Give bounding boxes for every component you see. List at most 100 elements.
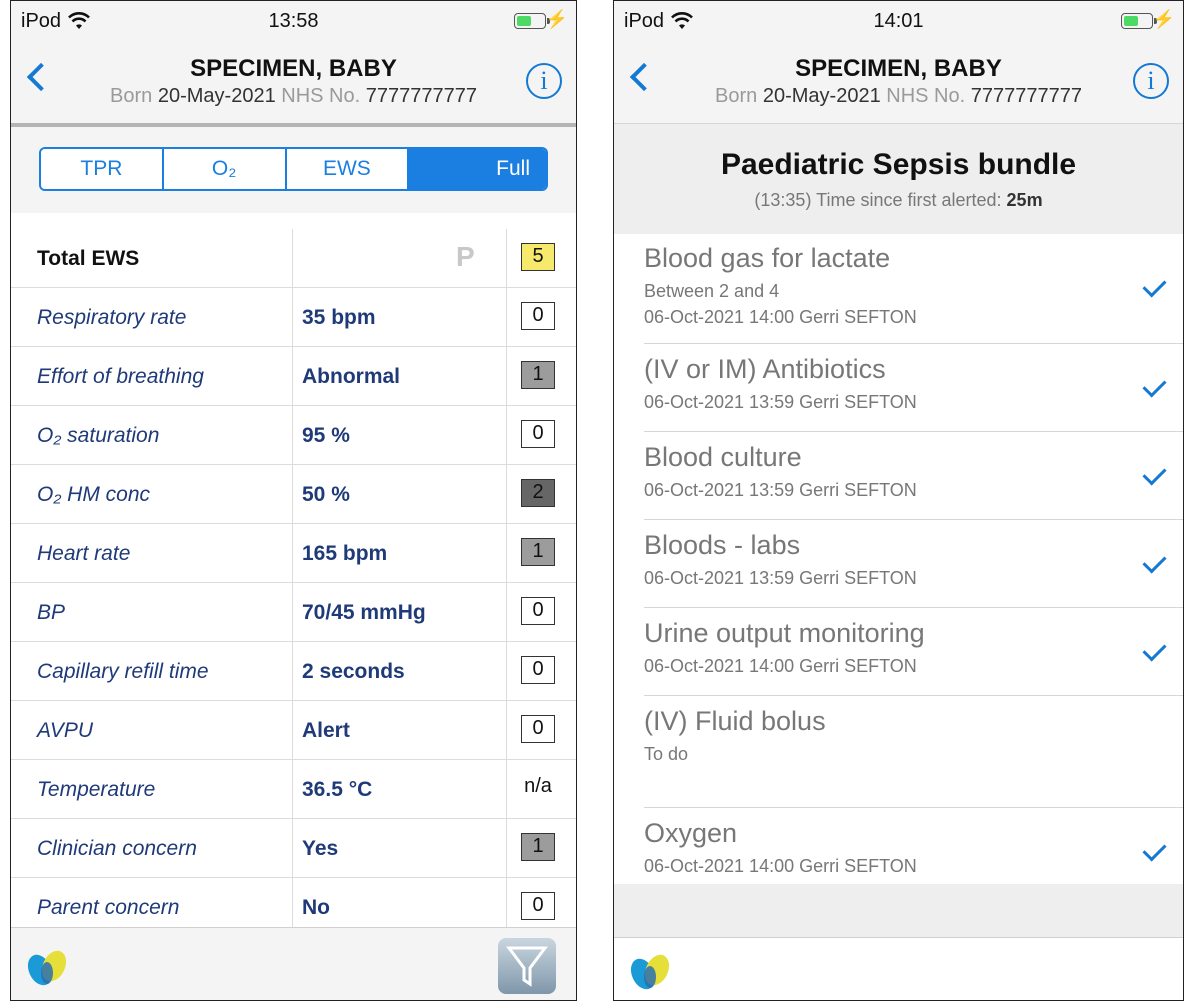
checkmark-icon (1142, 372, 1167, 398)
ews-score-badge: 1 (521, 538, 555, 566)
ews-parameter-name: Effort of breathing (37, 365, 204, 388)
ews-score-badge: 2 (521, 479, 555, 507)
clock: 14:01 (873, 10, 924, 32)
patient-header: SPECIMEN, BABY Born 20-May-2021 NHS No. … (614, 41, 1183, 123)
bundle-title: Paediatric Sepsis bundle (720, 148, 1077, 181)
ews-score-badge: 0 (521, 597, 555, 625)
ews-parameter-value: 50 % (302, 483, 350, 506)
view-segmented-control: TPR O₂ EWS Full (39, 147, 548, 191)
battery-icon (1121, 13, 1157, 29)
patient-name: SPECIMEN, BABY (190, 55, 397, 82)
tab-tpr[interactable]: TPR (41, 149, 164, 189)
ews-row[interactable]: O₂ saturation 95 % 0 (11, 406, 576, 465)
ews-parameter-value: 2 seconds (302, 660, 405, 683)
ews-parameter-value: Alert (302, 719, 350, 742)
total-ews-score: 5 (521, 243, 555, 271)
bundle-item-detail: 06-Oct-2021 14:00 Gerri SEFTON (644, 856, 917, 876)
list-footer (614, 884, 1183, 939)
ews-score-badge: 1 (521, 833, 555, 861)
ews-parameter-value: No (302, 896, 330, 919)
tab-full[interactable]: Full (409, 149, 546, 189)
ews-parameter-name: O₂ saturation (37, 424, 160, 447)
bundle-header: Paediatric Sepsis bundle (13:35) Time si… (614, 123, 1183, 234)
patient-header: SPECIMEN, BABY Born 20-May-2021 NHS No. … (11, 41, 576, 123)
bundle-item-detail: 06-Oct-2021 13:59 Gerri SEFTON (644, 480, 917, 500)
checkmark-icon (1142, 273, 1167, 298)
born-label: Born (110, 85, 153, 107)
time-since-label: Time since first alerted: (816, 190, 1002, 210)
charging-icon: ⚡ (1152, 9, 1175, 29)
ews-row[interactable]: Heart rate 165 bpm 1 (11, 524, 576, 583)
ews-row[interactable]: Respiratory rate 35 bpm 0 (11, 288, 576, 347)
ews-score-badge: n/a (524, 775, 552, 797)
ews-parameter-value: Abnormal (302, 365, 401, 388)
bundle-item-title: Urine output monitoring (644, 618, 925, 648)
time-since-value: 25m (1006, 190, 1043, 210)
ews-score-badge: 0 (521, 420, 555, 448)
bundle-item-title: Bloods - labs (644, 530, 801, 560)
ews-row[interactable]: Effort of breathing Abnormal 1 (11, 347, 576, 406)
bundle-item[interactable]: Blood culture 06-Oct-2021 13:59 Gerri SEF… (644, 432, 1183, 520)
ews-parameter-value: 165 bpm (302, 542, 388, 565)
status-bar: iPod 14:01 ⚡ (614, 1, 1183, 41)
charging-icon: ⚡ (545, 9, 568, 29)
bundle-item-title: Blood gas for lactate (644, 243, 891, 273)
bundle-item[interactable]: (IV) Fluid bolus To do (644, 696, 1183, 808)
alert-time: (13:35) (754, 190, 812, 210)
nhs-label: NHS No. (281, 85, 361, 107)
tab-o2[interactable]: O₂ (163, 149, 287, 189)
born-date: 20-May-2021 (762, 85, 881, 107)
ews-parameter-name: Capillary refill time (37, 660, 209, 683)
ews-parameter-name: Clinician concern (37, 837, 197, 860)
filter-icon (506, 946, 548, 987)
ews-parameter-name: BP (37, 601, 66, 624)
ews-table: Total EWS P 5 Respiratory rate 35 bpm 0 Eff… (11, 229, 576, 937)
app-logo-icon (27, 950, 67, 986)
bundle-item-detail: 06-Oct-2021 13:59 Gerri SEFTON (644, 568, 917, 588)
bundle-item-completion: 06-Oct-2021 14:00 Gerri SEFTON (644, 307, 917, 327)
tab-ews[interactable]: EWS (286, 149, 410, 189)
nhs-label: NHS No. (886, 85, 966, 107)
info-button[interactable]: i (526, 63, 562, 99)
ews-parameter-value: 70/45 mmHg (302, 601, 426, 624)
ews-parameter-name: Parent concern (37, 896, 180, 919)
app-logo-icon (630, 954, 670, 990)
ews-parameter-name: AVPU (37, 719, 94, 742)
bundle-item-detail: 06-Oct-2021 13:59 Gerri SEFTON (644, 392, 917, 412)
ews-score-badge: 0 (521, 892, 555, 920)
info-button[interactable]: i (1133, 63, 1169, 99)
total-ews-row: Total EWS P 5 (11, 229, 576, 288)
bundle-checklist: Blood gas for lactate Between 2 and 4 06-O… (614, 233, 1183, 896)
ews-parameter-name: Respiratory rate (37, 306, 187, 329)
bundle-item[interactable]: (IV or IM) Antibiotics 06-Oct-2021 13:59 … (644, 344, 1183, 432)
ews-score-badge: 0 (521, 302, 555, 330)
clock: 13:58 (268, 10, 319, 32)
ews-parameter-name: O₂ HM conc (37, 483, 151, 506)
nhs-number: 7777777777 (970, 85, 1082, 107)
ews-row[interactable]: Clinician concern Yes 1 (11, 819, 576, 878)
checkmark-icon (1142, 836, 1167, 862)
ews-score-badge: 0 (521, 656, 555, 684)
bundle-item[interactable]: Urine output monitoring 06-Oct-2021 14:00… (644, 608, 1183, 696)
ews-row[interactable]: BP 70/45 mmHg 0 (11, 583, 576, 642)
bundle-item[interactable]: Blood gas for lactate Between 2 and 4 06-O… (644, 233, 1183, 344)
ews-parameter-value: 35 bpm (302, 306, 376, 329)
born-label: Born (715, 85, 758, 107)
bundle-alert-info: (13:35) Time since first alerted: 25m (614, 190, 1183, 211)
bottom-toolbar (11, 927, 576, 1000)
ews-row[interactable]: AVPU Alert 0 (11, 701, 576, 760)
ews-row[interactable]: Temperature 36.5 °C n/a (11, 760, 576, 819)
ews-score-badge: 0 (521, 715, 555, 743)
bundle-item[interactable]: Oxygen 06-Oct-2021 14:00 Gerri SEFTON (644, 808, 1183, 896)
bundle-item-title: (IV) Fluid bolus (644, 706, 826, 736)
view-selector-area: TPR O₂ EWS Full (11, 127, 576, 213)
ews-parameter-name: Temperature (37, 778, 156, 801)
filter-button[interactable] (498, 938, 556, 994)
bundle-item-detail: Between 2 and 4 (644, 281, 780, 301)
bundle-item[interactable]: Bloods - labs 06-Oct-2021 13:59 Gerri SEF… (644, 520, 1183, 608)
ews-row[interactable]: O₂ HM conc 50 % 2 (11, 465, 576, 524)
status-bar: iPod 13:58 ⚡ (11, 1, 576, 41)
p-flag-icon: P (456, 241, 475, 272)
ews-row[interactable]: Capillary refill time 2 seconds 0 (11, 642, 576, 701)
bottom-toolbar (614, 937, 1183, 1000)
